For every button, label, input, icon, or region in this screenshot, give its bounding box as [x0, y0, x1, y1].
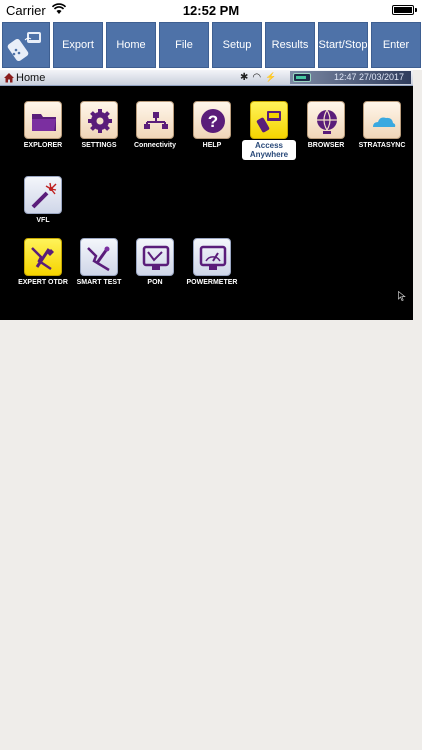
remote-device-icon [7, 32, 41, 62]
app-label: PON [147, 279, 163, 286]
app-label: SETTINGS [81, 142, 117, 149]
app-stratasync[interactable]: STRATASYNC [353, 101, 411, 149]
remote-access-icon [250, 101, 288, 139]
home-icon [4, 73, 14, 83]
app-label: Access Anywhere [242, 140, 296, 160]
help-icon: ? [193, 101, 231, 139]
app-label: BROWSER [307, 142, 345, 149]
app-browser[interactable]: BROWSER [297, 101, 355, 149]
app-label: POWERMETER [186, 279, 238, 286]
ios-status-bar: Carrier 12:52 PM [0, 0, 422, 20]
power-plug-icon: ⚡ [265, 72, 277, 82]
svg-text:?: ? [208, 112, 218, 131]
device-datetime: 12:47 27/03/2017 [334, 72, 405, 82]
remote-toolbar: Export Home File Setup Results Start/Sto… [0, 20, 422, 70]
app-label: EXPERT OTDR [18, 279, 68, 286]
app-settings[interactable]: SETTINGS [70, 101, 128, 149]
battery-gauge-icon [293, 73, 311, 82]
header-status-icons: ✱ ◠ ⚡ [240, 72, 276, 83]
app-connectivity[interactable]: Connectivity [126, 101, 184, 149]
wifi-icon [52, 3, 66, 14]
file-button[interactable]: File [159, 22, 209, 68]
laser-icon [24, 176, 62, 214]
folder-icon [24, 101, 62, 139]
smart-test-icon [80, 238, 118, 276]
bluetooth-icon: ✱ [240, 72, 249, 83]
globe-icon [307, 101, 345, 139]
app-access-anywhere[interactable]: Access Anywhere [240, 101, 298, 160]
start-stop-button[interactable]: Start/Stop [318, 22, 368, 68]
device-header-bar: Home ✱ ◠ ⚡ 12:47 27/03/2017 [0, 70, 413, 86]
home-button[interactable]: Home [106, 22, 156, 68]
gear-icon [80, 101, 118, 139]
mouse-cursor-icon [398, 291, 406, 301]
app-label: EXPLORER [23, 142, 63, 149]
app-label: SMART TEST [76, 279, 122, 286]
pon-icon [136, 238, 174, 276]
app-explorer[interactable]: EXPLORER [14, 101, 72, 149]
device-screen: Home ✱ ◠ ⚡ 12:47 27/03/2017 EXPLORER SET… [0, 70, 413, 320]
device-clock-bar: 12:47 27/03/2017 [290, 71, 411, 84]
battery-icon [392, 5, 417, 15]
app-smart-test[interactable]: SMART TEST [70, 238, 128, 286]
app-help[interactable]: ? HELP [183, 101, 241, 149]
app-label: VFL [36, 217, 50, 224]
export-button[interactable]: Export [53, 22, 103, 68]
network-icon [136, 101, 174, 139]
otdr-icon [24, 238, 62, 276]
app-pon[interactable]: PON [126, 238, 184, 286]
app-label: STRATASYNC [358, 142, 406, 149]
page-title: Home [16, 72, 46, 84]
app-powermeter[interactable]: POWERMETER [183, 238, 241, 286]
remote-control-button[interactable] [2, 22, 50, 68]
cloud-icon [363, 101, 401, 139]
enter-button[interactable]: Enter [371, 22, 421, 68]
setup-button[interactable]: Setup [212, 22, 262, 68]
results-button[interactable]: Results [265, 22, 315, 68]
wifi-icon: ◠ [252, 72, 262, 83]
app-vfl[interactable]: VFL [14, 176, 72, 224]
app-label: HELP [202, 142, 222, 149]
app-expert-otdr[interactable]: EXPERT OTDR [14, 238, 72, 286]
carrier-name: Carrier [6, 3, 46, 18]
app-label: Connectivity [133, 142, 176, 149]
powermeter-icon [193, 238, 231, 276]
